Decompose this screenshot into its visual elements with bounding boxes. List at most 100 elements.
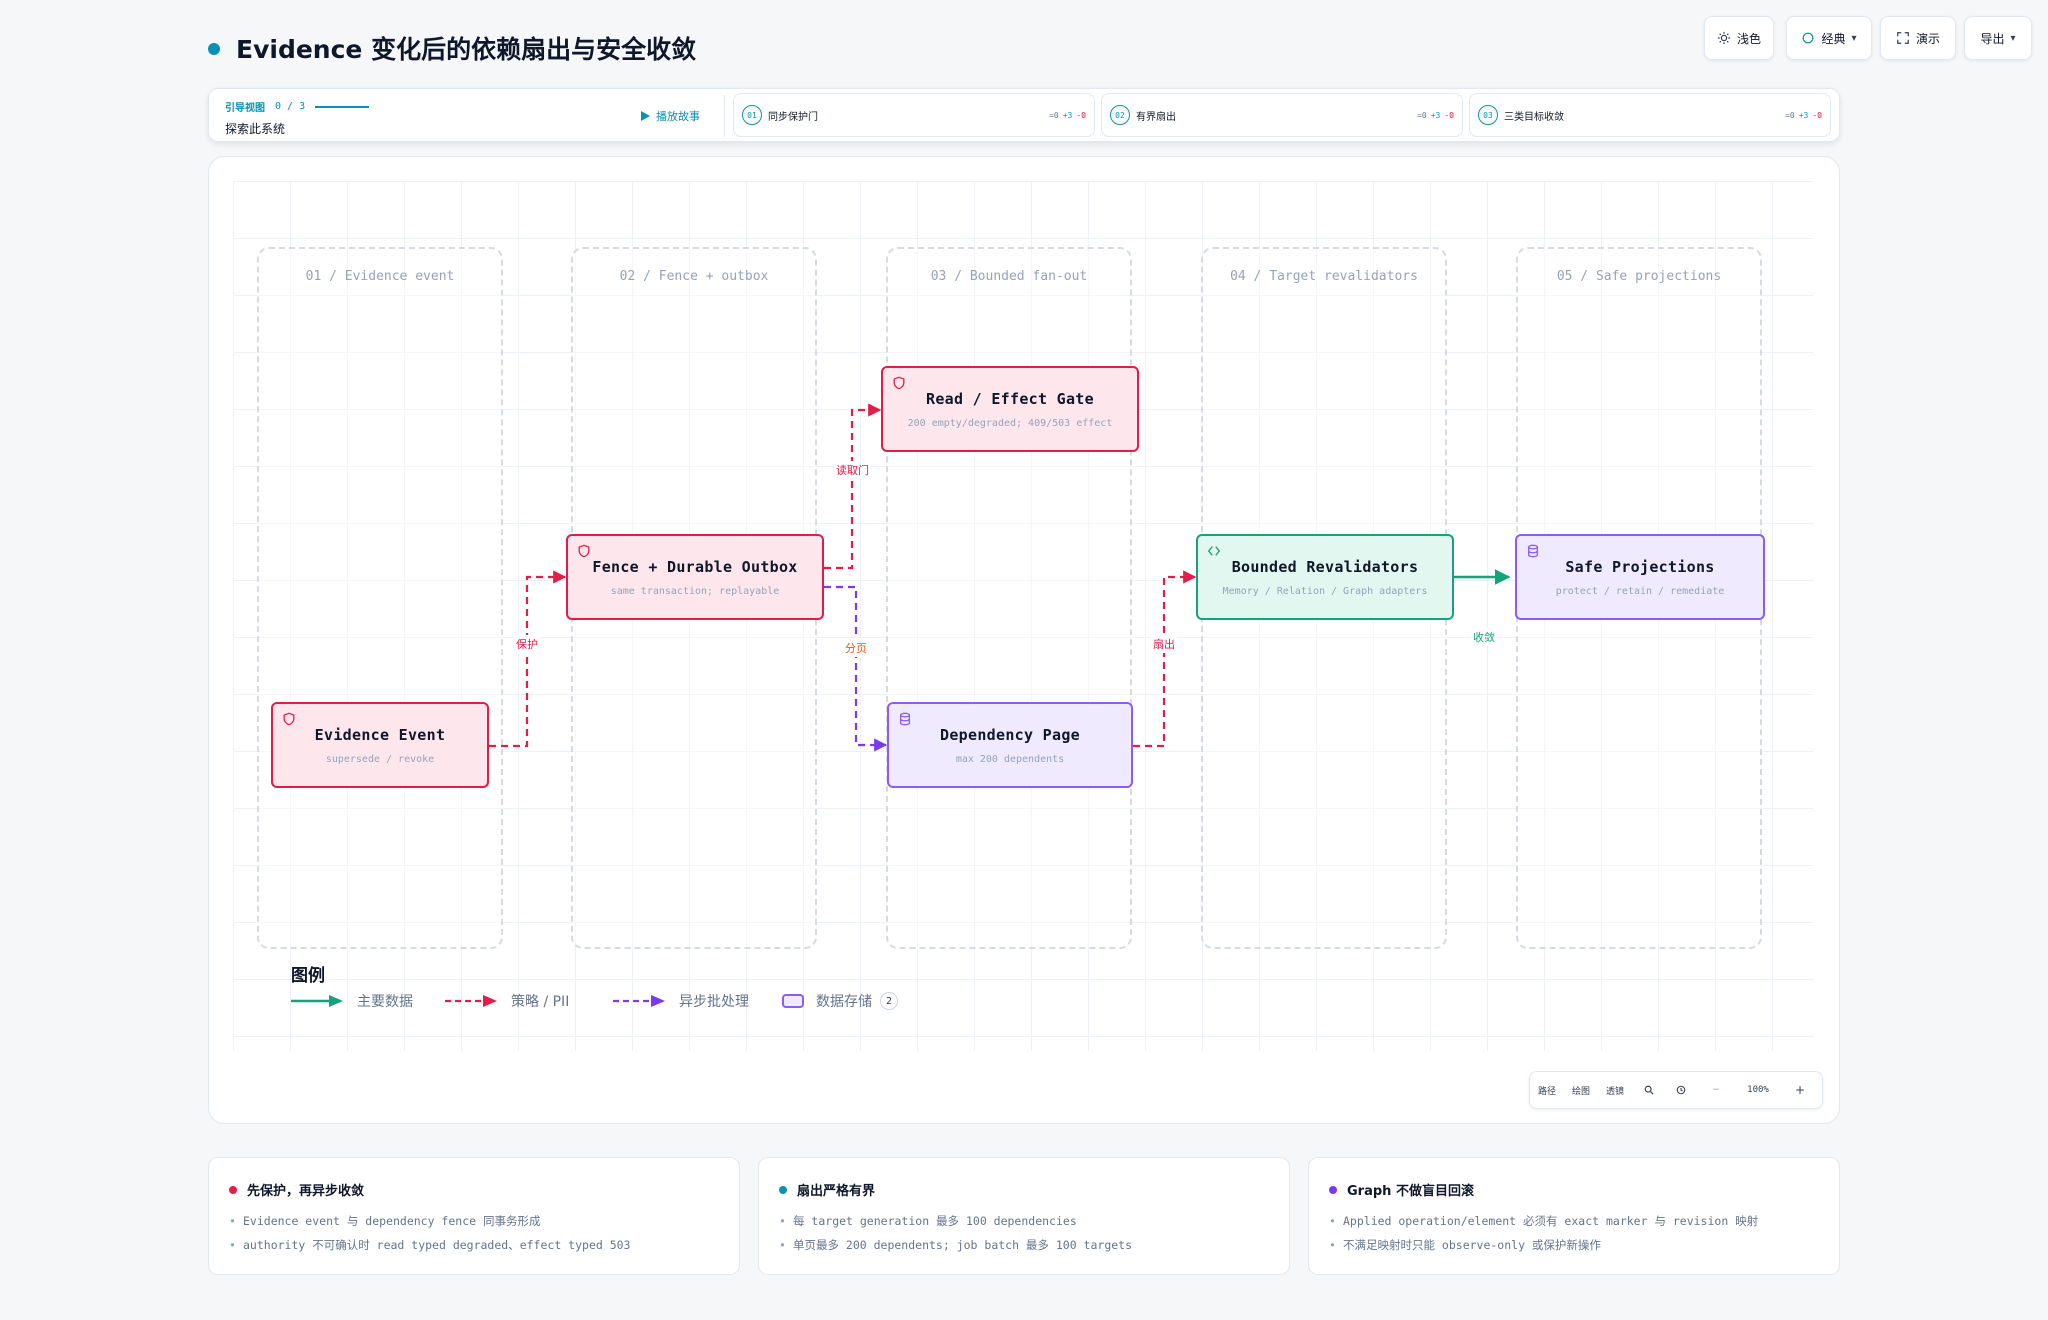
zoom-out-button[interactable]: − [1696,1085,1736,1095]
node-subtitle: same transaction; replayable [610,585,780,597]
fullscreen-icon [1897,32,1909,44]
chevron-down-icon: ▾ [1851,32,1857,44]
guide-progress-line [315,105,370,108]
edge-paging [824,585,888,752]
step-number: 03 [1478,105,1498,125]
lens-tool-button[interactable]: 透镜 [1598,1084,1632,1097]
card-item: 单页最多 200 dependents; job batch 最多 100 ta… [779,1233,1269,1257]
step-label: 同步保护门 [768,111,818,123]
step-counts: =0 +3 -0 [1417,110,1454,120]
draw-tool-button[interactable]: 绘图 [1564,1084,1598,1097]
legend-primary: 主要数据 [291,991,413,1011]
palette-icon [1803,32,1814,44]
node-title: Safe Projections [1565,557,1715,576]
style-button[interactable]: 经典 ▾ [1786,16,1872,60]
node-subtitle: max 200 dependents [955,753,1065,765]
present-button[interactable]: 演示 [1880,16,1956,60]
diagram-canvas[interactable]: 01 / Evidence event 02 / Fence + outbox … [208,156,1840,1124]
node-title: Bounded Revalidators [1231,557,1419,576]
sun-icon [1717,31,1731,45]
dashed-red-arrow-icon [445,995,497,1007]
search-button[interactable] [1632,1085,1666,1095]
export-label: 导出 [1980,31,2005,46]
story-bar: 引导视图 0 / 3 探索此系统 播放故事 01 同步保护门 =0 +3 -0 02… [208,88,1840,142]
story-step-1[interactable]: 01 同步保护门 =0 +3 -0 [733,93,1095,137]
step-counts: =0 +3 -0 [1049,110,1086,120]
legend-policy-label: 策略 / PII [511,994,570,1010]
card-dot [779,1185,787,1194]
solid-arrow-icon [291,995,343,1007]
legend-policy: 策略 / PII [445,991,569,1011]
guide-label: 引导视图 [225,103,265,114]
card-title: Graph 不做盲目回滚 [1347,1184,1474,1199]
play-story-button[interactable]: 播放故事 [641,108,700,124]
legend-store: 数据存储 2 [782,991,898,1011]
card-dot [1329,1185,1337,1194]
legend-store-label: 数据存储 [816,994,872,1010]
dashed-purple-arrow-icon [613,995,665,1007]
code-icon [1207,546,1221,556]
step-counts: =0 +3 -0 [1785,110,1822,120]
card-title: 先保护，再异步收敛 [247,1184,365,1199]
step-number: 01 [742,105,762,125]
store-swatch [782,994,804,1008]
shield-icon [578,544,590,558]
play-story-label: 播放故事 [656,110,700,123]
card-title: 扇出严格有界 [797,1184,876,1199]
story-step-2[interactable]: 02 有界扇出 =0 +3 -0 [1101,93,1463,137]
card-dot [229,1185,237,1194]
node-evidence-event[interactable]: Evidence Event supersede / revoke [271,702,489,788]
guide-panel: 引导视图 0 / 3 探索此系统 [225,99,370,137]
node-title: Read / Effect Gate [926,389,1094,408]
history-button[interactable] [1666,1085,1696,1095]
node-title: Dependency Page [940,725,1080,744]
node-subtitle: protect / retain / remediate [1555,585,1725,597]
edge-label-converge: 收敛 [1471,628,1497,646]
clock-icon [1676,1085,1686,1095]
theme-label: 浅色 [1736,31,1761,46]
step-number: 02 [1110,105,1130,125]
node-bounded-revalidators[interactable]: Bounded Revalidators Memory / Relation /… [1196,534,1454,620]
edge-label-read-gate: 读取门 [834,461,871,479]
guide-progress: 0 / 3 [275,101,306,112]
edge-protect [489,570,567,748]
database-icon [899,712,911,726]
node-subtitle: Memory / Relation / Graph adapters [1222,585,1428,597]
play-icon [641,111,650,121]
shield-icon [283,712,295,726]
style-label: 经典 [1821,31,1846,46]
node-title: Fence + Durable Outbox [592,557,798,576]
legend-async: 异步批处理 [613,991,749,1011]
card-item: 不满足映射时只能 observe-only 或保护新操作 [1329,1233,1819,1257]
node-dependency-page[interactable]: Dependency Page max 200 dependents [887,702,1133,788]
present-label: 演示 [1915,31,1940,46]
guide-title: 探索此系统 [225,122,286,136]
zoom-in-button[interactable]: + [1780,1083,1820,1097]
story-step-3[interactable]: 03 三类目标收敛 =0 +3 -0 [1469,93,1831,137]
info-card-graph: Graph 不做盲目回滚 Applied operation/element 必… [1308,1157,1840,1275]
search-icon [1644,1085,1654,1095]
node-fence-outbox[interactable]: Fence + Durable Outbox same transaction;… [566,534,824,620]
path-tool-button[interactable]: 路径 [1530,1084,1564,1097]
legend-primary-label: 主要数据 [357,994,413,1010]
title-dot [208,43,220,55]
store-count-badge: 2 [880,992,898,1010]
step-label: 三类目标收敛 [1504,111,1564,123]
node-subtitle: supersede / revoke [325,753,435,765]
edge-label-fanout: 扇出 [1151,635,1177,653]
database-icon [1527,544,1539,558]
node-title: Evidence Event [314,725,446,744]
canvas-controls: 路径 绘图 透镜 − 100% + [1529,1071,1823,1109]
card-item: authority 不可确认时 read typed degraded、effe… [229,1233,719,1257]
node-safe-projections[interactable]: Safe Projections protect / retain / reme… [1515,534,1765,620]
node-read-effect-gate[interactable]: Read / Effect Gate 200 empty/degraded; 4… [881,366,1139,452]
card-item: Applied operation/element 必须有 exact mark… [1329,1209,1819,1233]
export-button[interactable]: 导出 ▾ [1964,16,2032,60]
legend-async-label: 异步批处理 [679,994,749,1010]
zoom-level: 100% [1747,1085,1769,1095]
card-item: Evidence event 与 dependency fence 同事务形成 [229,1209,719,1233]
info-card-protect: 先保护，再异步收敛 Evidence event 与 dependency fe… [208,1157,740,1275]
theme-button[interactable]: 浅色 [1704,16,1774,60]
legend-title: 图例 [291,966,325,986]
info-card-fanout: 扇出严格有界 每 target generation 最多 100 depend… [758,1157,1290,1275]
